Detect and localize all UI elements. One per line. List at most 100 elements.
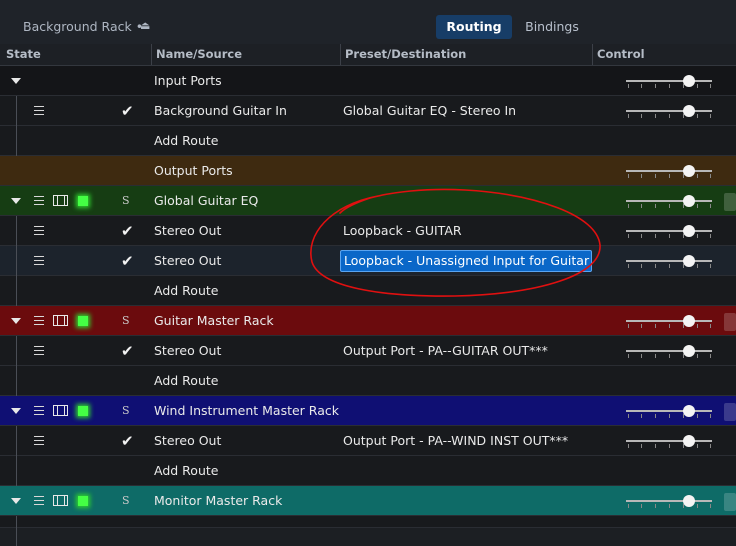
- volume-slider[interactable]: [626, 104, 712, 118]
- rack-row-global-guitar-eq[interactable]: S Global Guitar EQ: [0, 186, 736, 216]
- menu-icon[interactable]: [34, 346, 44, 355]
- control-button[interactable]: [724, 193, 736, 211]
- control-button[interactable]: [724, 313, 736, 331]
- destination-dropdown-selected[interactable]: Loopback - Unassigned Input for Guitar: [340, 250, 592, 272]
- volume-slider[interactable]: [626, 164, 712, 178]
- slider-knob[interactable]: [683, 435, 695, 447]
- menu-icon[interactable]: [34, 196, 44, 205]
- collapse-triangle-icon[interactable]: [11, 318, 21, 324]
- solo-button[interactable]: S: [122, 396, 130, 426]
- route-destination[interactable]: Output Port - PA--GUITAR OUT***: [343, 336, 548, 366]
- rack-view-icon[interactable]: [53, 195, 68, 206]
- rack-name: Monitor Master Rack: [154, 493, 283, 508]
- slider-knob[interactable]: [683, 495, 695, 507]
- menu-icon[interactable]: [34, 496, 44, 505]
- group-row-output-ports[interactable]: Output Ports: [0, 156, 736, 186]
- collapse-triangle-icon[interactable]: [11, 198, 21, 204]
- column-control[interactable]: Control: [597, 47, 645, 61]
- route-source: Stereo Out: [154, 253, 222, 268]
- column-name-source[interactable]: Name/Source: [156, 47, 242, 61]
- route-source: Stereo Out: [154, 343, 222, 358]
- rack-view-icon[interactable]: [53, 495, 68, 506]
- check-icon[interactable]: ✔: [121, 342, 134, 360]
- route-destination[interactable]: Global Guitar EQ - Stereo In: [343, 96, 516, 126]
- menu-icon[interactable]: [34, 226, 44, 235]
- menu-icon[interactable]: [34, 436, 44, 445]
- add-route-button[interactable]: Add Route: [154, 366, 218, 396]
- solo-button[interactable]: S: [122, 486, 130, 516]
- check-icon[interactable]: ✔: [121, 222, 134, 240]
- active-led-icon[interactable]: [78, 496, 88, 506]
- tab-bindings[interactable]: Bindings: [518, 15, 586, 39]
- menu-icon[interactable]: [34, 316, 44, 325]
- column-preset-destination[interactable]: Preset/Destination: [345, 47, 466, 61]
- top-bar: Background Rack • ⏏ Routing Bindings: [0, 0, 736, 45]
- route-destination[interactable]: Output Port - PA--WIND INST OUT***: [343, 426, 568, 456]
- slider-knob[interactable]: [683, 75, 695, 87]
- add-route-row[interactable]: Add Route: [0, 366, 736, 396]
- volume-slider[interactable]: [626, 224, 712, 238]
- volume-slider[interactable]: [626, 74, 712, 88]
- slider-knob[interactable]: [683, 165, 695, 177]
- group-row-input-ports[interactable]: Input Ports: [0, 66, 736, 96]
- volume-slider[interactable]: [626, 344, 712, 358]
- slider-knob[interactable]: [683, 315, 695, 327]
- route-source: Stereo Out: [154, 223, 222, 238]
- menu-icon[interactable]: [34, 256, 44, 265]
- active-led-icon[interactable]: [78, 196, 88, 206]
- add-route-row[interactable]: Add Route: [0, 456, 736, 486]
- control-button[interactable]: [724, 403, 736, 421]
- slider-knob[interactable]: [683, 345, 695, 357]
- collapse-triangle-icon[interactable]: [11, 78, 21, 84]
- collapse-triangle-icon[interactable]: [11, 498, 21, 504]
- rack-row-monitor-master-rack[interactable]: S Monitor Master Rack: [0, 486, 736, 516]
- volume-slider[interactable]: [626, 434, 712, 448]
- route-row-selected[interactable]: ✔ Stereo Out Loopback - Unassigned Input…: [0, 246, 736, 276]
- add-route-button[interactable]: Add Route: [154, 456, 218, 486]
- solo-button[interactable]: S: [122, 306, 130, 336]
- rack-row-wind-instrument-master-rack[interactable]: S Wind Instrument Master Rack: [0, 396, 736, 426]
- solo-button[interactable]: S: [122, 186, 130, 216]
- control-button[interactable]: [724, 493, 736, 511]
- slider-knob[interactable]: [683, 405, 695, 417]
- tab-routing[interactable]: Routing: [436, 15, 512, 39]
- menu-icon[interactable]: [34, 406, 44, 415]
- menu-icon[interactable]: [34, 106, 44, 115]
- row-name: Input Ports: [154, 73, 222, 88]
- slider-knob[interactable]: [683, 195, 695, 207]
- slider-knob[interactable]: [683, 225, 695, 237]
- volume-slider[interactable]: [626, 254, 712, 268]
- add-route-row[interactable]: Add Route: [0, 126, 736, 156]
- route-row[interactable]: ✔ Stereo Out Output Port - PA--GUITAR OU…: [0, 336, 736, 366]
- route-source: Stereo Out: [154, 433, 222, 448]
- rack-view-icon[interactable]: [53, 405, 68, 416]
- volume-slider[interactable]: [626, 314, 712, 328]
- slider-knob[interactable]: [683, 255, 695, 267]
- check-icon[interactable]: ✔: [121, 252, 134, 270]
- column-header: State Name/Source Preset/Destination Con…: [0, 44, 736, 66]
- rack-title[interactable]: Background Rack •: [23, 19, 143, 34]
- row-name: Output Ports: [154, 163, 233, 178]
- rack-view-icon[interactable]: [53, 315, 68, 326]
- add-route-button[interactable]: Add Route: [154, 126, 218, 156]
- route-row[interactable]: ✔ Background Guitar In Global Guitar EQ …: [0, 96, 736, 126]
- volume-slider[interactable]: [626, 494, 712, 508]
- active-led-icon[interactable]: [78, 316, 88, 326]
- check-icon[interactable]: ✔: [121, 432, 134, 450]
- add-route-button[interactable]: Add Route: [154, 276, 218, 306]
- rack-row-guitar-master-rack[interactable]: S Guitar Master Rack: [0, 306, 736, 336]
- check-icon[interactable]: ✔: [121, 102, 134, 120]
- route-row[interactable]: ✔ Stereo Out Output Port - PA--WIND INST…: [0, 426, 736, 456]
- route-row[interactable]: ✔ Stereo Out Loopback - GUITAR: [0, 216, 736, 246]
- column-state[interactable]: State: [6, 47, 41, 61]
- collapse-triangle-icon[interactable]: [11, 408, 21, 414]
- eject-icon[interactable]: ⏏: [140, 19, 150, 32]
- route-destination[interactable]: Loopback - GUITAR: [343, 216, 462, 246]
- volume-slider[interactable]: [626, 194, 712, 208]
- active-led-icon[interactable]: [78, 406, 88, 416]
- rack-name: Guitar Master Rack: [154, 313, 274, 328]
- slider-knob[interactable]: [683, 105, 695, 117]
- add-route-row[interactable]: Add Route: [0, 276, 736, 306]
- volume-slider[interactable]: [626, 404, 712, 418]
- rack-name: Wind Instrument Master Rack: [154, 403, 339, 418]
